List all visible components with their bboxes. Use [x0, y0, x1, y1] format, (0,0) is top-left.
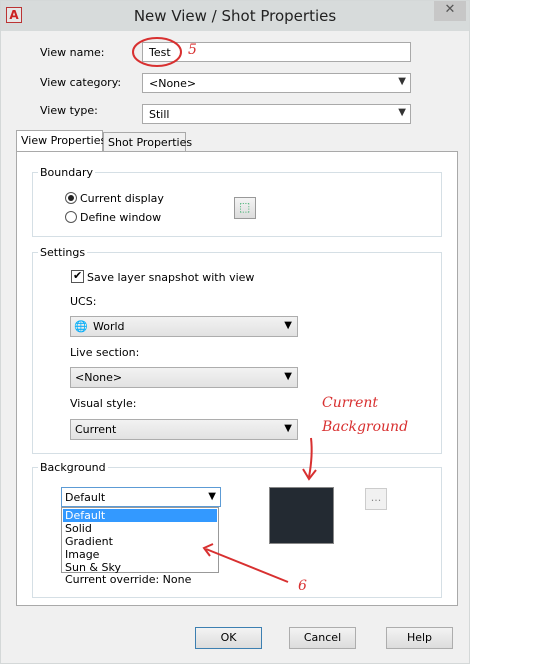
annotation-step-5: 5 [188, 42, 197, 58]
annotation-overlay [132, 37, 317, 583]
annotation-arrow-background [308, 437, 313, 478]
annotation-arrow-dropdown [205, 548, 289, 583]
annotation-background-label: Background [322, 419, 409, 435]
annotation-step-6: 6 [298, 578, 307, 594]
annotation-current-label: Current [322, 395, 379, 411]
annotation-circle [132, 37, 182, 67]
